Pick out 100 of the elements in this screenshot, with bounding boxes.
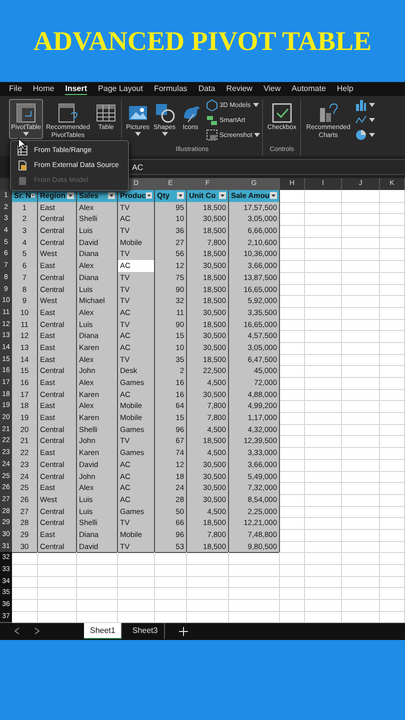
next-icon[interactable] — [34, 627, 40, 636]
ribbon-small-button[interactable] — [355, 99, 376, 111]
ribbon-small-button[interactable] — [355, 114, 376, 126]
empty-cell — [380, 295, 405, 308]
menu-tab[interactable]: Page Layout — [98, 83, 143, 95]
filter-icon[interactable] — [177, 192, 184, 200]
filter-icon[interactable] — [67, 192, 74, 200]
empty-cell — [342, 506, 380, 518]
empty-cell — [229, 564, 280, 577]
cube-icon — [206, 99, 218, 111]
empty-cell — [342, 599, 380, 612]
empty-cell — [342, 354, 380, 366]
empty-cell — [342, 236, 380, 250]
empty-cell — [380, 202, 405, 214]
empty-cell — [38, 599, 77, 612]
empty-cell — [305, 272, 342, 285]
document-icon — [17, 160, 28, 171]
empty-cell — [187, 552, 229, 566]
empty-cell — [305, 213, 342, 226]
empty-cell — [380, 458, 405, 472]
empty-cell — [305, 599, 342, 612]
empty-cell — [280, 564, 305, 577]
empty-cell — [305, 494, 342, 507]
menu-tab[interactable]: Review — [226, 83, 252, 95]
empty-cell — [342, 377, 380, 390]
filter-icon[interactable] — [108, 192, 115, 200]
empty-cell — [187, 587, 229, 600]
ribbon-small-button[interactable] — [355, 129, 376, 141]
video-title: ADVANCED PIVOT TABLE — [33, 26, 372, 56]
empty-cell — [305, 306, 342, 320]
empty-cell — [380, 528, 405, 542]
empty-cell — [380, 354, 405, 366]
empty-cell — [342, 587, 380, 600]
empty-cell — [187, 564, 229, 577]
filter-icon[interactable] — [31, 192, 35, 200]
empty-cell — [342, 517, 380, 530]
screenshot-icon — [206, 129, 218, 141]
empty-cell — [187, 599, 229, 612]
empty-cell — [380, 482, 405, 495]
empty-cell — [342, 365, 380, 378]
empty-cell — [380, 494, 405, 507]
empty-cell — [380, 412, 405, 425]
empty-cell — [305, 540, 342, 554]
empty-cell — [380, 284, 405, 296]
sheet-tab[interactable]: Sheet3 — [126, 623, 165, 640]
empty-cell — [305, 506, 342, 518]
empty-cell — [342, 435, 380, 448]
empty-cell — [380, 400, 405, 414]
empty-cell — [380, 318, 405, 332]
empty-cell — [380, 365, 405, 378]
filter-icon[interactable] — [270, 192, 277, 200]
menu-tab[interactable]: Automate — [292, 83, 326, 95]
empty-cell — [380, 236, 405, 250]
empty-cell — [38, 552, 77, 566]
menu-tab[interactable]: File — [9, 83, 22, 95]
menu-tab[interactable]: Home — [32, 83, 54, 95]
menu-tab[interactable]: Formulas — [154, 83, 188, 95]
empty-cell — [380, 330, 405, 343]
filter-icon[interactable] — [146, 192, 152, 200]
filter-icon[interactable] — [219, 192, 226, 200]
menu-tab[interactable]: Insert — [65, 83, 88, 95]
empty-cell — [342, 260, 380, 273]
empty-cell — [305, 424, 342, 436]
empty-cell — [380, 260, 405, 273]
empty-cell — [77, 552, 118, 566]
empty-cell — [342, 576, 380, 588]
sheet-tab[interactable]: Sheet1 — [84, 623, 122, 640]
empty-cell — [380, 540, 405, 554]
empty-cell — [118, 576, 155, 588]
empty-cell — [380, 225, 405, 238]
add-sheet-icon[interactable] — [178, 626, 188, 636]
empty-cell — [155, 564, 187, 577]
menu-tab[interactable]: Help — [336, 83, 354, 95]
menu-tab[interactable]: Data — [198, 83, 216, 95]
empty-cell — [305, 295, 342, 308]
empty-cell — [380, 599, 405, 612]
empty-cell — [342, 540, 380, 554]
empty-cell — [280, 552, 305, 566]
empty-cell — [305, 587, 342, 600]
empty-cell — [380, 248, 405, 262]
empty-cell — [118, 599, 155, 612]
empty-cell — [305, 377, 342, 390]
empty-cell — [380, 447, 405, 460]
empty-cell — [380, 190, 405, 203]
empty-cell — [155, 587, 187, 600]
empty-cell — [118, 587, 155, 600]
empty-cell — [380, 272, 405, 285]
empty-cell — [305, 330, 342, 343]
empty-cell — [118, 552, 155, 566]
empty-cell — [305, 528, 342, 542]
empty-cell — [342, 225, 380, 238]
empty-cell — [77, 564, 118, 577]
pie-chart-icon — [355, 129, 368, 141]
menu-tab[interactable]: View — [263, 83, 281, 95]
empty-cell — [305, 284, 342, 296]
empty-cell — [342, 190, 380, 203]
empty-cell — [155, 599, 187, 612]
previous-icon[interactable] — [14, 627, 20, 636]
empty-cell — [342, 412, 380, 425]
smartart-icon — [206, 114, 218, 126]
